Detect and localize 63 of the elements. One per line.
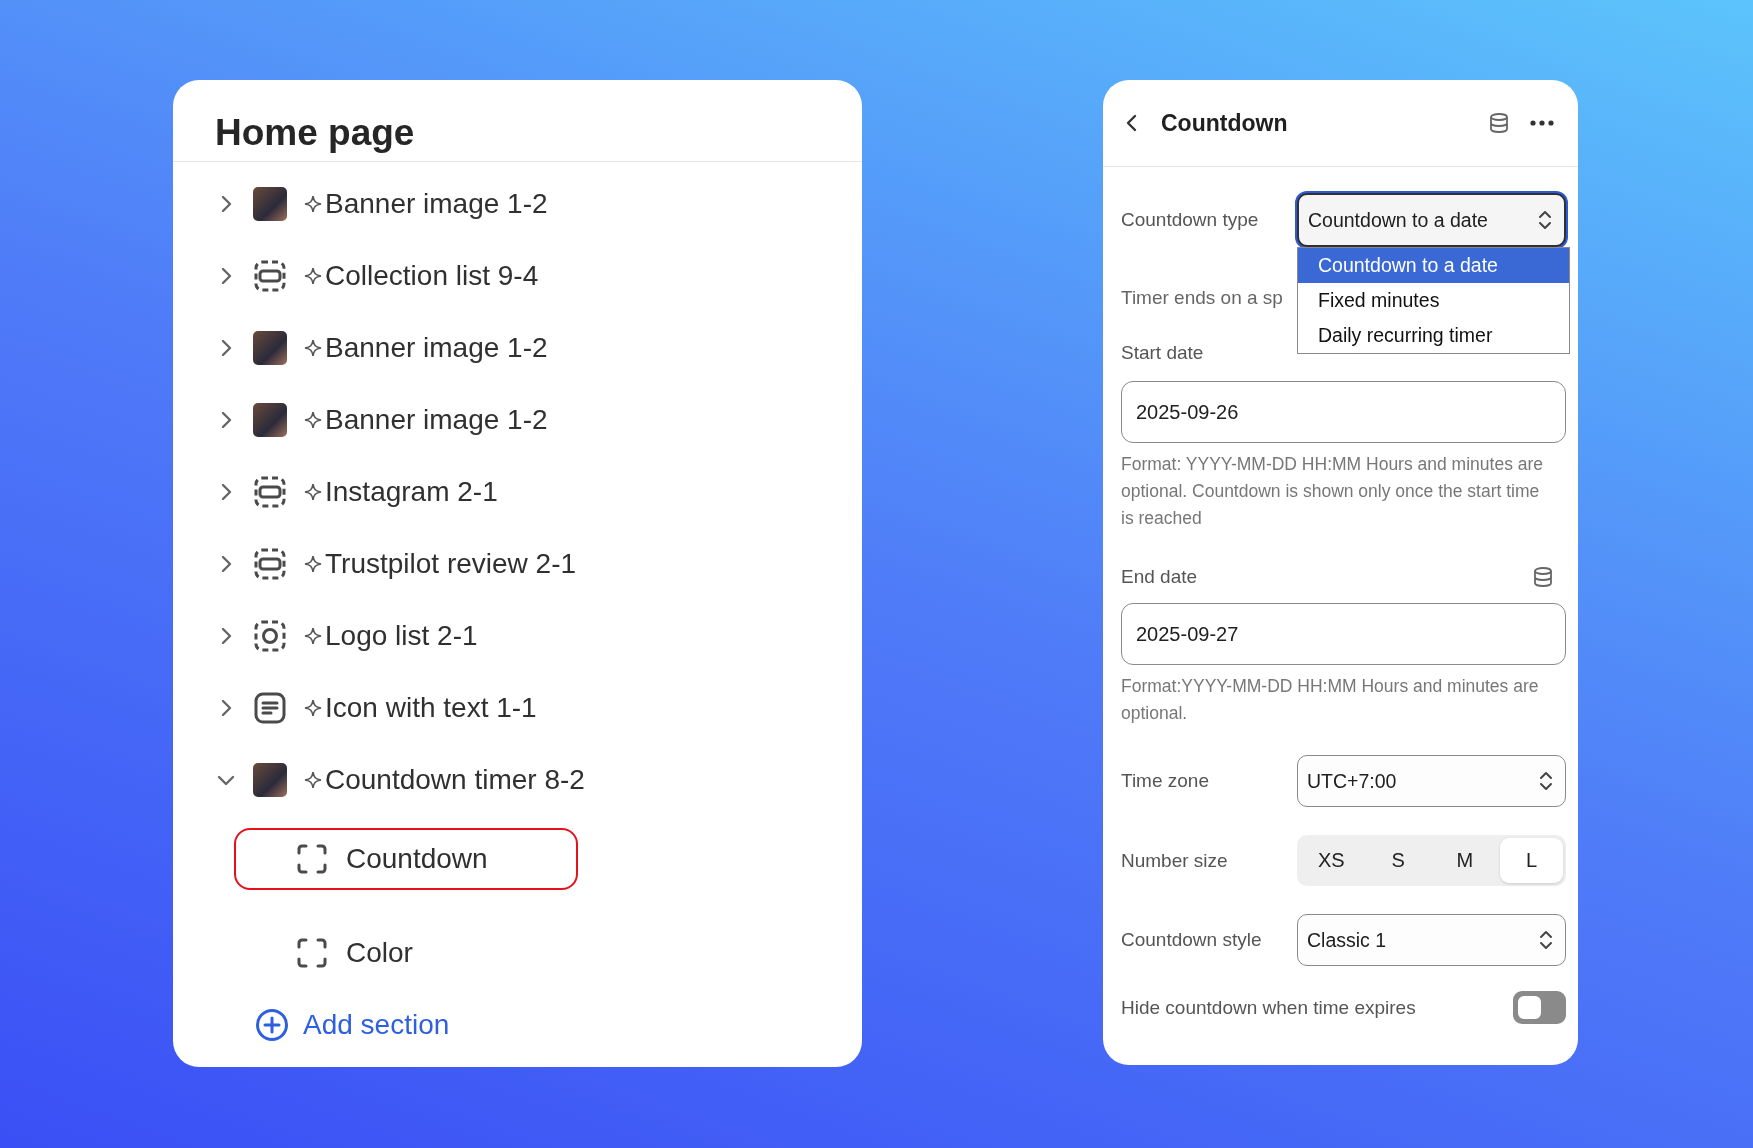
sparkle-icon: [303, 698, 323, 718]
input-field[interactable]: 2025-09-27: [1121, 603, 1566, 665]
panel-title: Countdown: [1161, 109, 1289, 137]
sparkle-icon: [303, 626, 323, 646]
sparkle-icon: [303, 410, 323, 430]
sparkle-icon: [303, 266, 323, 286]
section-name[interactable]: Instagram 2-1: [325, 476, 498, 508]
input-field[interactable]: 2025-09-26: [1121, 381, 1566, 443]
plus-circle-icon: [255, 1008, 289, 1042]
more-icon: [1530, 120, 1554, 126]
back-icon: [1125, 113, 1139, 133]
field-label: Countdown style: [1121, 929, 1263, 951]
help-text: Format:YYYY-MM-DD HH:MM Hours and minutes are optional.: [1121, 675, 1540, 725]
section-name[interactable]: Banner image 1-2: [325, 188, 548, 220]
size-option[interactable]: XS: [1300, 838, 1363, 883]
section-icon: [253, 259, 287, 293]
select-field[interactable]: Classic 1: [1297, 914, 1566, 966]
database-icon[interactable]: [1488, 112, 1510, 134]
field-label: End date: [1121, 566, 1198, 588]
block-item[interactable]: Countdown: [234, 828, 578, 890]
select-field[interactable]: UTC+7:00: [1297, 755, 1566, 807]
sparkle-icon: [303, 194, 323, 214]
section-name[interactable]: Countdown timer 8-2: [325, 764, 585, 796]
updown-chevron-icon: [1538, 209, 1552, 231]
photo-placeholder: [253, 331, 287, 365]
section-name[interactable]: Collection list 9-4: [325, 260, 539, 292]
size-option[interactable]: S: [1366, 838, 1430, 883]
sparkle-icon: [303, 770, 323, 790]
photo-placeholder: [253, 187, 287, 221]
select-field[interactable]: Countdown to a date: [1297, 193, 1566, 247]
panel-title: Home page: [173, 80, 862, 162]
field-label: Time zone: [1121, 770, 1210, 792]
section-name[interactable]: Icon with text 1-1: [325, 692, 537, 724]
dropdown-option[interactable]: Countdown to a date: [1298, 248, 1569, 283]
sparkle-icon: [303, 554, 323, 574]
updown-chevron-icon: [1539, 929, 1553, 951]
updown-chevron-icon: [1539, 770, 1553, 792]
sparkle-icon: [303, 482, 323, 502]
size-option[interactable]: M: [1433, 838, 1497, 883]
text-block-icon: [253, 691, 287, 725]
section-icon: [253, 547, 287, 581]
section-name[interactable]: Logo list 2-1: [325, 620, 478, 652]
block-item[interactable]: Color: [234, 922, 578, 984]
section-name[interactable]: Trustpilot review 2-1: [325, 548, 577, 580]
help-text: Format: YYYY-MM-DD HH:MM Hours and minutes are optional. Countdown is shown only once the start time is reached: [1121, 453, 1545, 530]
toggle-label: Hide countdown when time expires: [1121, 996, 1417, 1019]
sparkle-icon: [303, 338, 323, 358]
toggle-switch[interactable]: [1513, 991, 1566, 1024]
photo-placeholder: [253, 763, 287, 797]
logo-icon: [253, 619, 287, 653]
add-section-button[interactable]: Add section: [255, 1008, 450, 1042]
section-name[interactable]: Banner image 1-2: [325, 404, 548, 436]
dashed-frame-icon: [296, 937, 328, 969]
field-description: Timer ends on a sp: [1121, 287, 1283, 309]
field-label: Start date: [1121, 342, 1204, 364]
field-label: Countdown type: [1121, 209, 1260, 231]
dashed-frame-icon: [296, 843, 328, 875]
section-name[interactable]: Banner image 1-2: [325, 332, 548, 364]
database-icon[interactable]: [1532, 566, 1554, 588]
field-label: Number size: [1121, 849, 1229, 872]
photo-placeholder: [253, 403, 287, 437]
section-icon: [253, 475, 287, 509]
size-option[interactable]: L: [1500, 838, 1563, 883]
